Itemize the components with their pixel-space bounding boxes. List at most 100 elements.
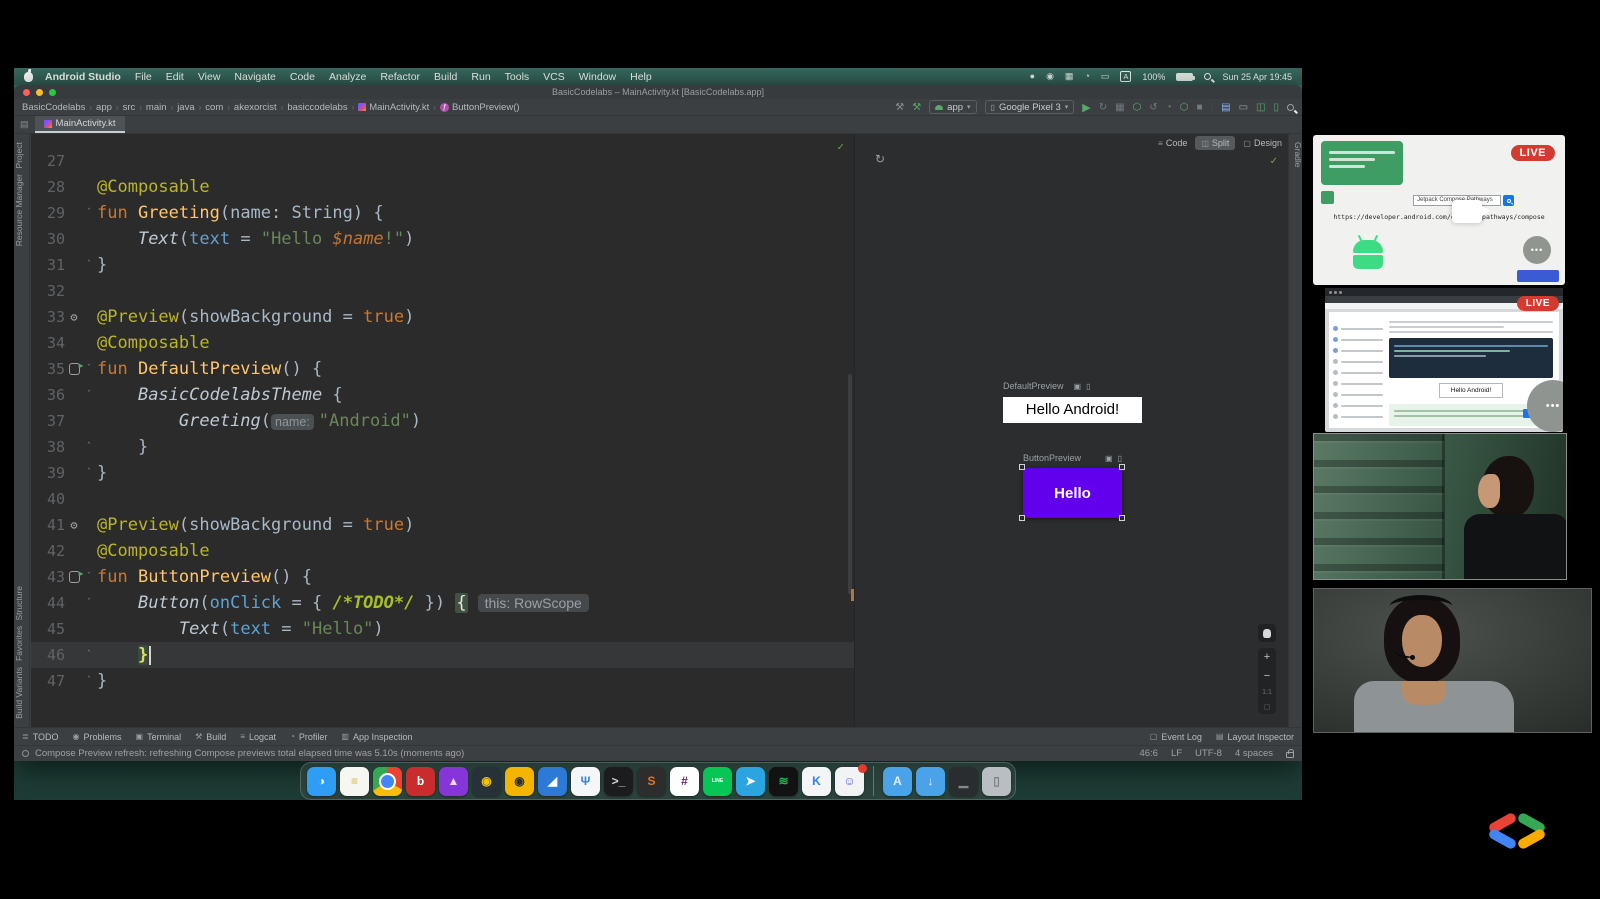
menubar-status-icon-3[interactable]: ◔ — [1084, 71, 1089, 82]
menu-item-run[interactable]: Run — [471, 71, 490, 83]
zoom-fit-button[interactable]: ▢ — [1264, 703, 1271, 711]
project-strip-icon[interactable]: ▤ — [20, 119, 29, 130]
dock-line-icon[interactable]: LINE — [703, 767, 732, 796]
fold-marker[interactable]: ˇ — [83, 382, 95, 408]
preview-settings-gear-icon[interactable]: ⚙ — [70, 311, 77, 323]
dock-vscode-icon[interactable]: ◢ — [538, 767, 567, 796]
breadcrumb-com[interactable]: com — [205, 102, 223, 113]
dock-android-app-yellow-icon[interactable]: ◉ — [505, 767, 534, 796]
attach-debugger-icon[interactable]: ↺ — [1149, 102, 1157, 113]
tool-strip-structure[interactable]: Structure — [14, 586, 30, 621]
tool-strip-project[interactable]: Project — [14, 142, 30, 168]
apple-icon[interactable] — [24, 72, 33, 82]
tool-strip-build-variants[interactable]: Build Variants — [14, 667, 30, 719]
zoom-actual-button[interactable]: 1:1 — [1262, 689, 1272, 696]
dock-downloads-folder-icon[interactable]: ↓ — [916, 767, 945, 796]
breadcrumb-basiccodelabs[interactable]: basiccodelabs — [287, 102, 347, 113]
view-mode-split[interactable]: ◫Split — [1195, 136, 1235, 150]
button-preview-render[interactable]: Hello — [1023, 468, 1122, 518]
stop-icon[interactable]: ■ — [1196, 102, 1202, 113]
menu-item-analyze[interactable]: Analyze — [329, 71, 366, 83]
run-preview-icon[interactable] — [69, 571, 80, 583]
fold-marker[interactable]: ˇ — [83, 200, 95, 226]
menu-item-help[interactable]: Help — [630, 71, 652, 83]
view-mode-code[interactable]: ≡Code — [1152, 136, 1193, 150]
dock-android-app-dark-icon[interactable]: ◉ — [472, 767, 501, 796]
menu-item-file[interactable]: File — [135, 71, 152, 83]
interactive-preview-icon[interactable]: ▣ — [1105, 454, 1113, 463]
run-preview-icon[interactable] — [69, 363, 80, 375]
deploy-preview-icon[interactable]: ▯ — [1118, 454, 1122, 463]
menu-item-tools[interactable]: Tools — [505, 71, 530, 83]
toolwindow-profiler[interactable]: ◔Profiler — [290, 732, 327, 742]
breadcrumb-mainactivitykt[interactable]: MainActivity.kt — [358, 102, 429, 113]
dock-trash-icon[interactable]: ▯ — [982, 767, 1011, 796]
dock-spotify-icon[interactable]: ≋ — [769, 767, 798, 796]
toolwindow-problems[interactable]: ◉Problems — [73, 732, 122, 742]
code-line-40[interactable]: 40 — [31, 486, 854, 512]
code-line-37[interactable]: 37 Greeting(name:"Android") — [31, 408, 854, 434]
zoom-out-button[interactable]: − — [1264, 670, 1270, 682]
dock-bear-icon[interactable]: b — [406, 767, 435, 796]
fold-marker[interactable]: ˆ — [83, 252, 95, 278]
code-line-45[interactable]: 45 Text(text = "Hello") — [31, 616, 854, 642]
fold-marker[interactable]: ˇ — [83, 564, 95, 590]
menu-item-edit[interactable]: Edit — [166, 71, 184, 83]
menu-item-vcs[interactable]: VCS — [543, 71, 565, 83]
dock-keynote-icon[interactable]: K — [802, 767, 831, 796]
toolwindow-build[interactable]: ⚒Build — [195, 732, 226, 742]
code-line-44[interactable]: 44ˇ Button(onClick = { /*TODO*/ }) {this… — [31, 590, 854, 616]
interactive-preview-icon[interactable]: ▣ — [1074, 382, 1082, 391]
dock-tuner-app-icon[interactable]: Ψ — [571, 767, 600, 796]
coverage-icon[interactable]: ▦ — [1115, 102, 1124, 113]
code-line-28[interactable]: 28@Composable — [31, 174, 854, 200]
breadcrumb-basiccodelabs[interactable]: BasicCodelabs — [22, 102, 85, 113]
preview-refresh-icon[interactable]: ↻ — [875, 152, 885, 166]
dock-terminal-icon[interactable]: >_ — [604, 767, 633, 796]
code-line-43[interactable]: 43ˇfun ButtonPreview() { — [31, 564, 854, 590]
dock-chrome-icon[interactable] — [373, 767, 402, 796]
toolwindow-terminal[interactable]: ▣Terminal — [136, 732, 182, 742]
file-encoding[interactable]: UTF-8 — [1195, 748, 1222, 759]
dock-affinity-photo-icon[interactable]: ▲ — [439, 767, 468, 796]
run-button[interactable]: ▶ — [1082, 101, 1090, 114]
wrench-icon[interactable]: ⚒ — [895, 102, 904, 113]
fold-marker[interactable]: ˆ — [83, 460, 95, 486]
menubar-status-icon-0[interactable]: ● — [1030, 71, 1035, 82]
code-line-27[interactable]: 27 — [31, 148, 854, 174]
dock-applications-folder-icon[interactable]: A — [883, 767, 912, 796]
profiler-icon[interactable]: ◔ — [1166, 102, 1172, 113]
breadcrumb-main[interactable]: main — [146, 102, 167, 113]
dock-sublime-text-icon[interactable]: S — [637, 767, 666, 796]
selection-handle[interactable] — [1119, 515, 1125, 521]
tile-options-button[interactable]: ••• — [1523, 236, 1551, 264]
menu-item-refactor[interactable]: Refactor — [380, 71, 420, 83]
menubar-status-icon-4[interactable]: ▭ — [1101, 71, 1110, 82]
line-ending[interactable]: LF — [1171, 748, 1182, 759]
breadcrumb-akexorcist[interactable]: akexorcist — [234, 102, 277, 113]
menu-item-build[interactable]: Build — [434, 71, 457, 83]
caret-position[interactable]: 46:6 — [1139, 748, 1158, 759]
breadcrumb-java[interactable]: java — [177, 102, 194, 113]
dock-slack-icon[interactable]: # — [670, 767, 699, 796]
menu-item-window[interactable]: Window — [579, 71, 616, 83]
avd-icon[interactable]: ◫ — [1256, 102, 1265, 113]
menu-item-view[interactable]: View — [198, 71, 221, 83]
menubar-status-icon-2[interactable]: ▦ — [1065, 71, 1074, 82]
selection-handle[interactable] — [1019, 515, 1025, 521]
dock-minimized-window-icon[interactable]: ▁ — [949, 767, 978, 796]
code-line-32[interactable]: 32 — [31, 278, 854, 304]
code-line-29[interactable]: 29ˇfun Greeting(name: String) { — [31, 200, 854, 226]
dock-notes-icon[interactable]: ≡ — [340, 767, 369, 796]
code-line-33[interactable]: 33⚙@Preview(showBackground = true) — [31, 304, 854, 330]
code-line-38[interactable]: 38ˆ } — [31, 434, 854, 460]
toolwindow-app-inspection[interactable]: ▥App Inspection — [341, 732, 412, 742]
code-line-30[interactable]: 30 Text(text = "Hello $name!") — [31, 226, 854, 252]
selection-handle[interactable] — [1119, 464, 1125, 470]
fold-marker[interactable]: ˆ — [83, 668, 95, 694]
code-line-34[interactable]: 34@Composable — [31, 330, 854, 356]
code-line-35[interactable]: 35ˇfun DefaultPreview() { — [31, 356, 854, 382]
code-line-36[interactable]: 36ˇ BasicCodelabsTheme { — [31, 382, 854, 408]
zoom-in-button[interactable]: + — [1264, 651, 1270, 663]
input-source-icon[interactable]: A — [1120, 71, 1131, 82]
